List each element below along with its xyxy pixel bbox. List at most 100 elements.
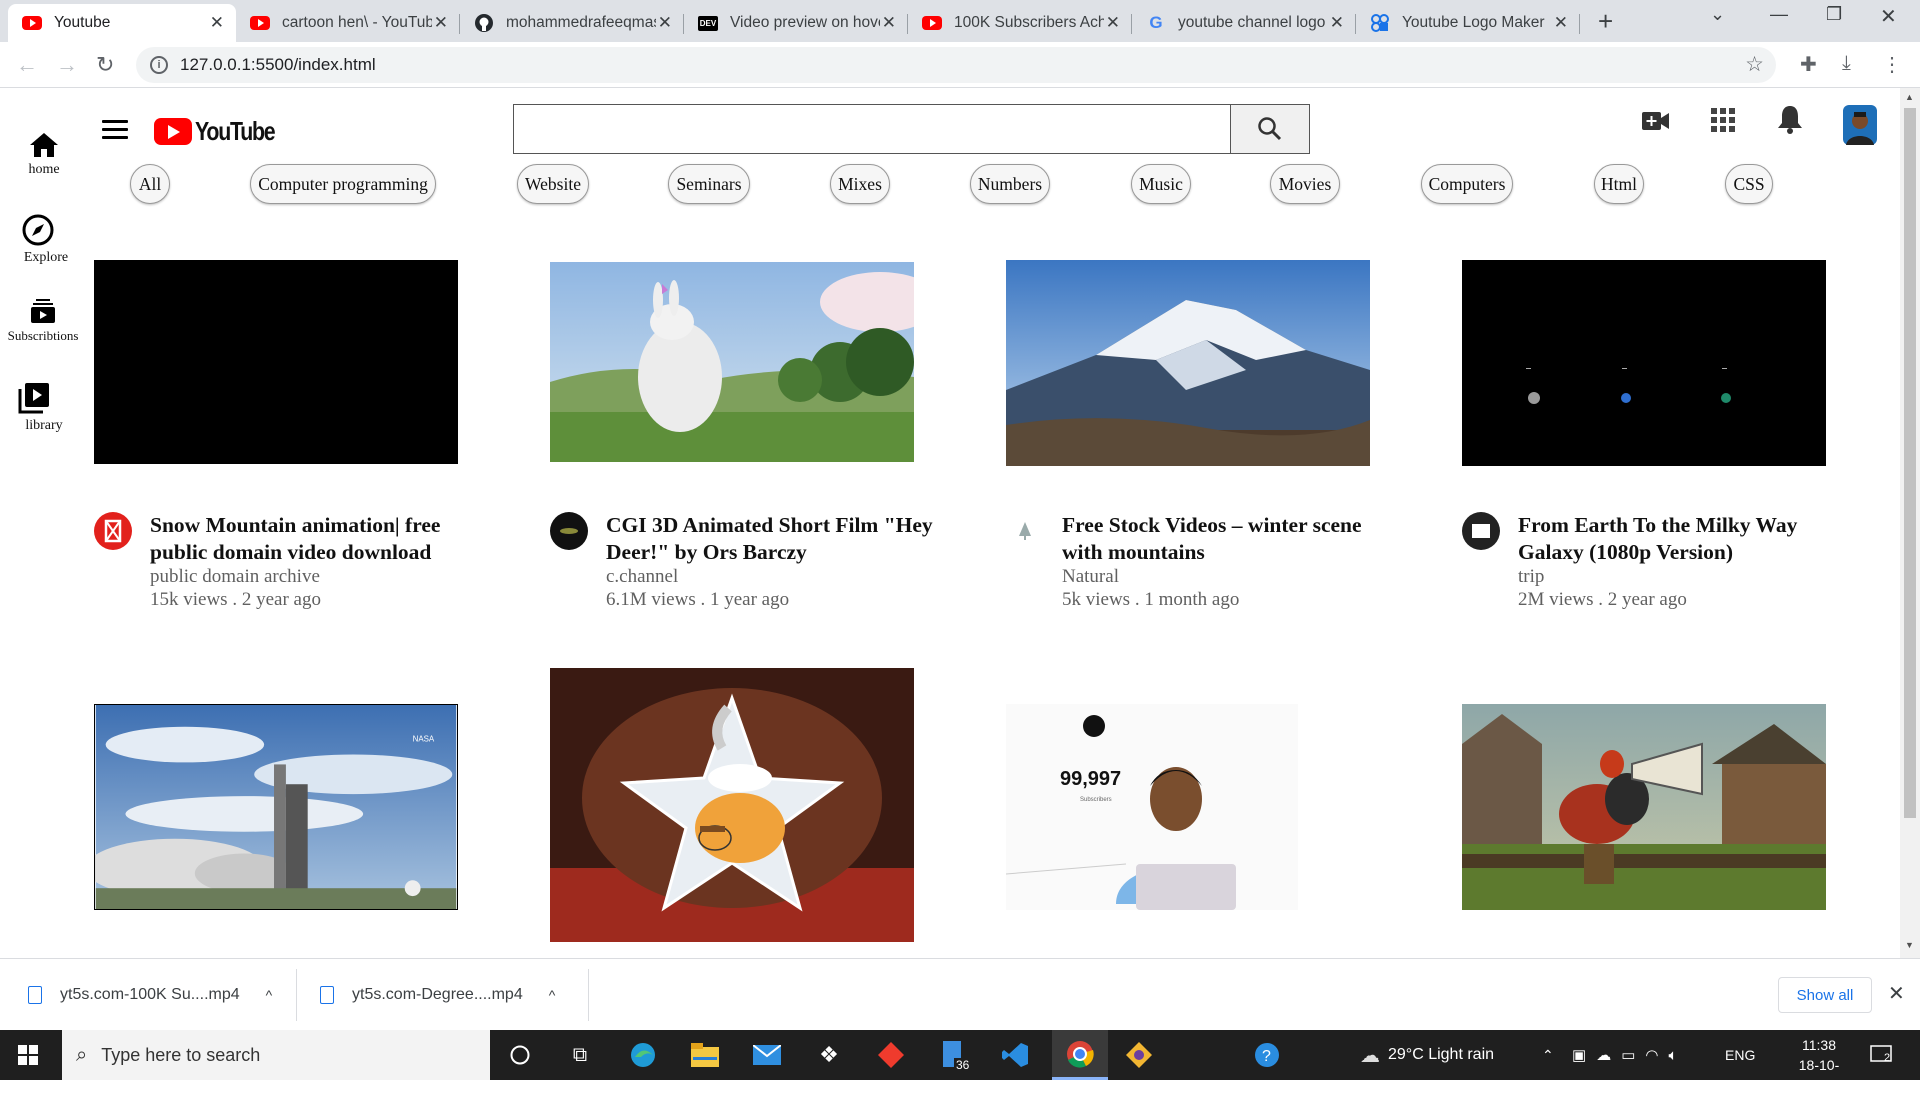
git-tool-icon[interactable] bbox=[1124, 1040, 1154, 1070]
chip-computers[interactable]: Computers bbox=[1421, 164, 1513, 204]
close-icon[interactable]: ✕ bbox=[210, 13, 224, 33]
site-info-icon[interactable]: i bbox=[150, 56, 168, 74]
new-tab-button[interactable]: + bbox=[1598, 6, 1613, 37]
avatar[interactable] bbox=[1843, 105, 1877, 145]
close-icon[interactable]: ✕ bbox=[1106, 13, 1120, 33]
sidebar-item-subscriptions[interactable]: Subscribtions bbox=[0, 298, 86, 345]
video-thumbnail-snow-mountain[interactable] bbox=[94, 260, 458, 464]
minimize-button[interactable]: — bbox=[1770, 4, 1788, 25]
create-video-icon[interactable] bbox=[1642, 110, 1670, 132]
chip-html[interactable]: Html bbox=[1594, 164, 1644, 204]
notification-center-icon[interactable]: 2 bbox=[1870, 1030, 1892, 1080]
chip-music[interactable]: Music bbox=[1131, 164, 1191, 204]
video-thumbnail-rooster[interactable] bbox=[1462, 704, 1826, 910]
download-item[interactable]: yt5s.com-100K Su....mp4 ^ bbox=[28, 959, 272, 1031]
weather-widget[interactable]: ☁ 29°C Light rain bbox=[1360, 1030, 1494, 1080]
bookmark-star-icon[interactable]: ☆ bbox=[1745, 52, 1764, 77]
chip-seminars[interactable]: Seminars bbox=[668, 164, 750, 204]
video-thumbnail-100k-subscribers[interactable]: 99,997 Subscribers bbox=[1006, 704, 1298, 910]
clock[interactable]: 11:38 18-10-2021 bbox=[1784, 1035, 1854, 1095]
video-thumbnail-earth-milky-way[interactable] bbox=[1462, 260, 1826, 466]
battery-icon[interactable]: ▭ bbox=[1621, 1046, 1635, 1064]
video-title[interactable]: From Earth To the Milky Way Galaxy (1080… bbox=[1518, 512, 1858, 566]
close-icon[interactable]: ✕ bbox=[658, 13, 672, 33]
wifi-icon[interactable]: ◠ bbox=[1645, 1046, 1658, 1064]
network-icon[interactable]: ▣ bbox=[1572, 1046, 1586, 1064]
system-tray-icons[interactable]: ▣ ☁ ▭ ◠ 🔈︎ bbox=[1572, 1030, 1677, 1080]
video-title[interactable]: Snow Mountain animation| free public dom… bbox=[150, 512, 490, 566]
chrome-taskbar-active[interactable] bbox=[1052, 1030, 1108, 1080]
video-thumbnail-popeye[interactable] bbox=[550, 668, 914, 942]
chip-movies[interactable]: Movies bbox=[1270, 164, 1340, 204]
close-icon[interactable]: ✕ bbox=[882, 13, 896, 33]
download-item[interactable]: yt5s.com-Degree....mp4 ^ bbox=[320, 959, 555, 1031]
youtube-logo[interactable]: YouTube bbox=[154, 116, 292, 147]
omnibox[interactable]: i 127.0.0.1:5500/index.html ☆ bbox=[136, 47, 1776, 83]
channel-avatar-natural[interactable] bbox=[1006, 512, 1044, 550]
mail-icon[interactable] bbox=[752, 1040, 782, 1070]
extensions-icon[interactable]: ✚ bbox=[1800, 52, 1817, 77]
task-view-icon[interactable]: ⧉ bbox=[565, 1040, 595, 1070]
forward-icon[interactable]: → bbox=[56, 52, 78, 78]
anydesk-icon[interactable] bbox=[876, 1040, 906, 1070]
scroll-down-icon[interactable]: ▼ bbox=[1905, 940, 1914, 950]
chevron-up-icon[interactable]: ^ bbox=[266, 987, 273, 1003]
document-app-icon[interactable]: 36 bbox=[938, 1040, 972, 1072]
chip-website[interactable]: Website bbox=[517, 164, 589, 204]
video-title[interactable]: CGI 3D Animated Short Film "Hey Deer!" b… bbox=[606, 512, 946, 566]
file-explorer-icon[interactable] bbox=[690, 1040, 720, 1070]
maximize-button[interactable]: ❐ bbox=[1826, 4, 1842, 25]
apps-grid-icon[interactable] bbox=[1711, 108, 1735, 132]
channel-name[interactable]: c.channel bbox=[606, 566, 678, 588]
sidebar-item-library[interactable]: library bbox=[0, 382, 78, 434]
channel-avatar-trip[interactable] bbox=[1462, 512, 1500, 550]
volume-icon[interactable]: 🔈︎ bbox=[1668, 1047, 1677, 1064]
downloads-icon[interactable]: ⤓ bbox=[1842, 52, 1851, 75]
video-thumbnail-rocket-launch[interactable]: NASA bbox=[94, 704, 458, 910]
browser-tab-cartoon-hen[interactable]: cartoon hen\ - YouTube ✕ bbox=[236, 4, 460, 42]
channel-name[interactable]: Natural bbox=[1062, 566, 1119, 588]
chip-mixes[interactable]: Mixes bbox=[830, 164, 890, 204]
dropbox-icon[interactable]: ❖ bbox=[814, 1040, 844, 1070]
video-thumbnail-hey-deer[interactable] bbox=[550, 262, 914, 462]
windows-start-icon[interactable] bbox=[18, 1045, 38, 1065]
language-indicator[interactable]: ENG bbox=[1725, 1030, 1755, 1080]
close-icon[interactable]: ✕ bbox=[434, 13, 448, 33]
browser-tab-google[interactable]: G youtube channel logo ✕ bbox=[1132, 4, 1356, 42]
chip-computer-programming[interactable]: Computer programming bbox=[250, 164, 436, 204]
chip-css[interactable]: CSS bbox=[1725, 164, 1773, 204]
sidebar-item-explore[interactable]: Explore bbox=[0, 214, 82, 266]
tray-chevron-icon[interactable]: ⌃ bbox=[1542, 1030, 1554, 1080]
url-text[interactable]: 127.0.0.1:5500/index.html bbox=[180, 55, 376, 75]
close-icon[interactable]: ✕ bbox=[1330, 13, 1344, 33]
hamburger-menu-icon[interactable] bbox=[102, 120, 128, 139]
help-icon[interactable]: ? bbox=[1252, 1040, 1282, 1070]
tab-search-icon[interactable]: ⌄ bbox=[1710, 4, 1725, 25]
channel-avatar-c-channel[interactable] bbox=[550, 512, 588, 550]
taskbar-search-box[interactable]: ⌕ Type here to search bbox=[62, 1030, 490, 1080]
browser-tab-dev[interactable]: DEV Video preview on hove ✕ bbox=[684, 4, 908, 42]
search-button[interactable] bbox=[1230, 104, 1310, 154]
browser-tab-github[interactable]: mohammedrafeeqmas ✕ bbox=[460, 4, 684, 42]
notifications-bell-icon[interactable] bbox=[1777, 104, 1803, 134]
video-title[interactable]: Free Stock Videos – winter scene with mo… bbox=[1062, 512, 1402, 566]
reload-icon[interactable]: ↻ bbox=[96, 52, 114, 78]
show-all-button[interactable]: Show all bbox=[1778, 977, 1872, 1013]
back-icon[interactable]: ← bbox=[16, 52, 38, 78]
vscode-icon[interactable] bbox=[1000, 1040, 1030, 1070]
channel-name[interactable]: trip bbox=[1518, 566, 1544, 588]
edge-browser-icon[interactable] bbox=[628, 1040, 658, 1070]
close-icon[interactable]: ✕ bbox=[1554, 13, 1568, 33]
browser-tab-logo-maker[interactable]: Youtube Logo Maker ✕ bbox=[1356, 4, 1580, 42]
video-thumbnail-winter-mountain[interactable] bbox=[1006, 260, 1370, 466]
onedrive-icon[interactable]: ☁ bbox=[1596, 1046, 1611, 1064]
chevron-up-icon[interactable]: ^ bbox=[549, 987, 556, 1003]
scroll-up-icon[interactable]: ▲ bbox=[1905, 92, 1914, 102]
channel-avatar-public-domain[interactable] bbox=[94, 512, 132, 550]
browser-tab-100k[interactable]: 100K Subscribers Achie ✕ bbox=[908, 4, 1132, 42]
page-scrollbar[interactable]: ▲ ▼ bbox=[1900, 88, 1920, 958]
chip-all[interactable]: All bbox=[130, 164, 170, 204]
channel-name[interactable]: public domain archive bbox=[150, 566, 320, 588]
close-downloads-icon[interactable]: ✕ bbox=[1888, 981, 1905, 1006]
sidebar-item-home[interactable]: home bbox=[0, 132, 88, 178]
